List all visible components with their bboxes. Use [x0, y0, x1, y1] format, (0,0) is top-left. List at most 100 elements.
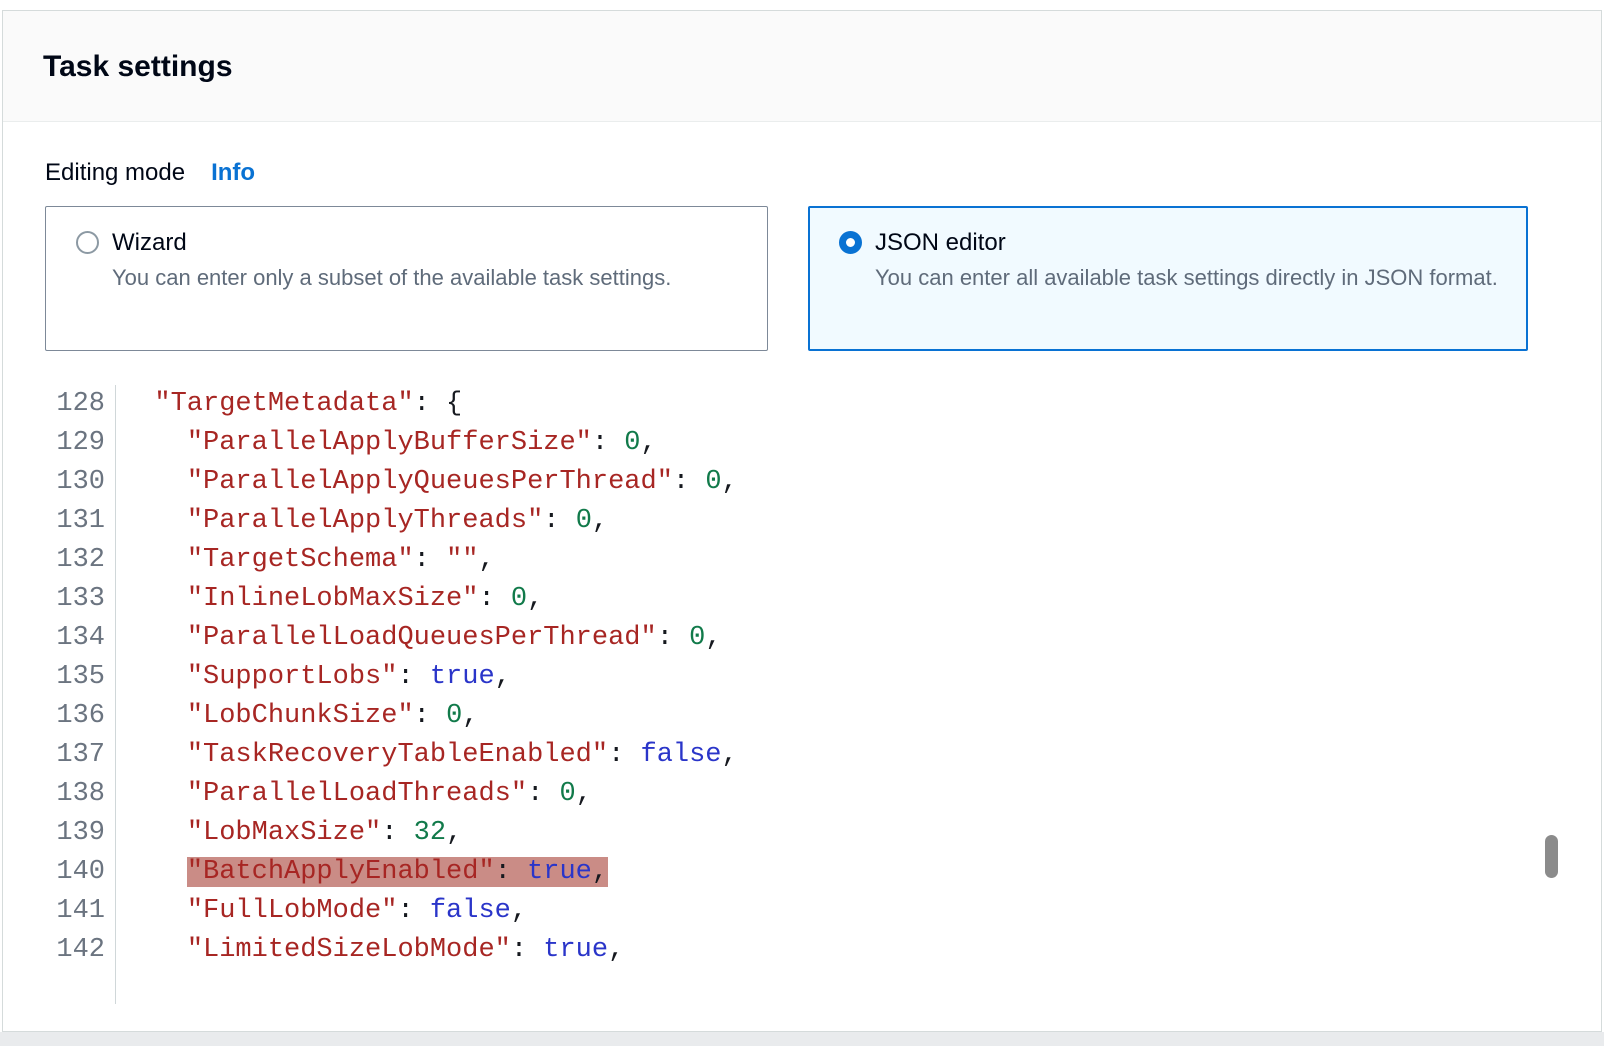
token-k: "BatchApplyEnabled" — [187, 857, 495, 887]
wizard-title: Wizard — [112, 229, 747, 256]
token-p: : — [527, 779, 559, 809]
line-number: 141 — [45, 892, 115, 931]
tile-wizard[interactable]: Wizard You can enter only a subset of th… — [45, 206, 768, 351]
highlighted-code: "BatchApplyEnabled": true, — [187, 857, 608, 887]
code-line[interactable]: 141 "FullLobMode": false, — [45, 892, 1561, 931]
code-text: "ParallelApplyQueuesPerThread": 0, — [115, 463, 1561, 502]
token-p: : { — [414, 389, 463, 419]
token-n: 0 — [559, 779, 575, 809]
code-line[interactable]: 140 "BatchApplyEnabled": true, — [45, 853, 1561, 892]
indent — [122, 779, 187, 809]
token-k: "ParallelApplyThreads" — [187, 506, 543, 536]
indent — [122, 818, 187, 848]
token-p: : — [381, 818, 413, 848]
code-line[interactable]: 134 "ParallelLoadQueuesPerThread": 0, — [45, 619, 1561, 658]
code-line[interactable]: 128 "TargetMetadata": { — [45, 385, 1561, 424]
code-line[interactable]: 130 "ParallelApplyQueuesPerThread": 0, — [45, 463, 1561, 502]
line-number: 140 — [45, 853, 115, 892]
token-n: 0 — [689, 623, 705, 653]
token-s: "" — [446, 545, 478, 575]
token-p: , — [511, 896, 527, 926]
token-p: , — [495, 662, 511, 692]
code-line[interactable]: 137 "TaskRecoveryTableEnabled": false, — [45, 736, 1561, 775]
code-text: "BatchApplyEnabled": true, — [115, 853, 1561, 892]
indent — [122, 467, 187, 497]
line-number: 130 — [45, 463, 115, 502]
gutter-separator — [115, 385, 116, 1004]
token-p: : — [592, 428, 624, 458]
code-text: "SupportLobs": true, — [115, 658, 1561, 697]
token-n: 0 — [705, 467, 721, 497]
code-line[interactable]: 132 "TargetSchema": "", — [45, 541, 1561, 580]
indent — [122, 896, 187, 926]
code-text: "TargetSchema": "", — [115, 541, 1561, 580]
line-number: 129 — [45, 424, 115, 463]
code-line[interactable]: 135 "SupportLobs": true, — [45, 658, 1561, 697]
editing-mode-label: Editing mode — [45, 159, 185, 186]
code-line[interactable]: 139 "LobMaxSize": 32, — [45, 814, 1561, 853]
tile-json-editor[interactable]: JSON editor You can enter all available … — [808, 206, 1528, 351]
token-p: , — [527, 584, 543, 614]
code-line[interactable]: 136 "LobChunkSize": 0, — [45, 697, 1561, 736]
line-number: 131 — [45, 502, 115, 541]
token-b: true — [543, 935, 608, 965]
token-k: "LobMaxSize" — [187, 818, 381, 848]
token-p: : — [673, 467, 705, 497]
code-text: "LobChunkSize": 0, — [115, 697, 1561, 736]
code-text: "ParallelLoadThreads": 0, — [115, 775, 1561, 814]
code-line[interactable]: 133 "InlineLobMaxSize": 0, — [45, 580, 1561, 619]
code-line[interactable]: 131 "ParallelApplyThreads": 0, — [45, 502, 1561, 541]
token-n: 0 — [576, 506, 592, 536]
line-number: 142 — [45, 931, 115, 970]
token-k: "FullLobMode" — [187, 896, 398, 926]
page-bottom-strip — [0, 1032, 1604, 1046]
indent — [122, 428, 187, 458]
code-lines: 128 "TargetMetadata": {129 "ParallelAppl… — [45, 385, 1561, 970]
token-p: , — [576, 779, 592, 809]
code-text: "LobMaxSize": 32, — [115, 814, 1561, 853]
token-p: : — [478, 584, 510, 614]
code-line[interactable]: 138 "ParallelLoadThreads": 0, — [45, 775, 1561, 814]
info-link[interactable]: Info — [211, 159, 255, 186]
editing-mode-row: Editing mode Info — [45, 158, 1561, 188]
line-number: 137 — [45, 736, 115, 775]
line-number: 139 — [45, 814, 115, 853]
scrollbar-thumb[interactable] — [1545, 835, 1558, 878]
token-p: : — [657, 623, 689, 653]
line-number: 134 — [45, 619, 115, 658]
token-k: "ParallelLoadQueuesPerThread" — [187, 623, 657, 653]
token-p: : — [608, 740, 640, 770]
token-p: , — [446, 818, 462, 848]
token-k: "TaskRecoveryTableEnabled" — [187, 740, 608, 770]
token-k: "ParallelApplyBufferSize" — [187, 428, 592, 458]
json-code-editor[interactable]: 128 "TargetMetadata": {129 "ParallelAppl… — [45, 385, 1561, 1004]
editing-mode-tiles: Wizard You can enter only a subset of th… — [45, 206, 1561, 351]
line-number: 135 — [45, 658, 115, 697]
token-p: : — [543, 506, 575, 536]
code-line[interactable]: 142 "LimitedSizeLobMode": true, — [45, 931, 1561, 970]
json-editor-radio-button[interactable] — [839, 231, 862, 254]
token-k: "TargetSchema" — [187, 545, 414, 575]
task-settings-container: Task settings Editing modeInfo Wizard Yo… — [2, 10, 1602, 1032]
indent — [122, 623, 187, 653]
line-number: 133 — [45, 580, 115, 619]
token-k: "ParallelApplyQueuesPerThread" — [187, 467, 673, 497]
token-p: , — [592, 506, 608, 536]
container-body: Editing mode Info Wizard You can enter on… — [3, 122, 1601, 1004]
token-n: 0 — [446, 701, 462, 731]
code-text: "ParallelLoadQueuesPerThread": 0, — [115, 619, 1561, 658]
code-line[interactable]: 129 "ParallelApplyBufferSize": 0, — [45, 424, 1561, 463]
line-number: 128 — [45, 385, 115, 424]
indent — [122, 662, 187, 692]
code-text: "TaskRecoveryTableEnabled": false, — [115, 736, 1561, 775]
token-p: , — [478, 545, 494, 575]
json-editor-description: You can enter all available task setting… — [875, 263, 1507, 293]
token-p: , — [608, 935, 624, 965]
code-text: "LimitedSizeLobMode": true, — [115, 931, 1561, 970]
wizard-description: You can enter only a subset of the avail… — [112, 263, 747, 293]
line-number: 136 — [45, 697, 115, 736]
token-p: : — [397, 896, 429, 926]
wizard-radio-button[interactable] — [76, 231, 99, 254]
token-b: true — [527, 857, 592, 887]
indent — [122, 584, 187, 614]
